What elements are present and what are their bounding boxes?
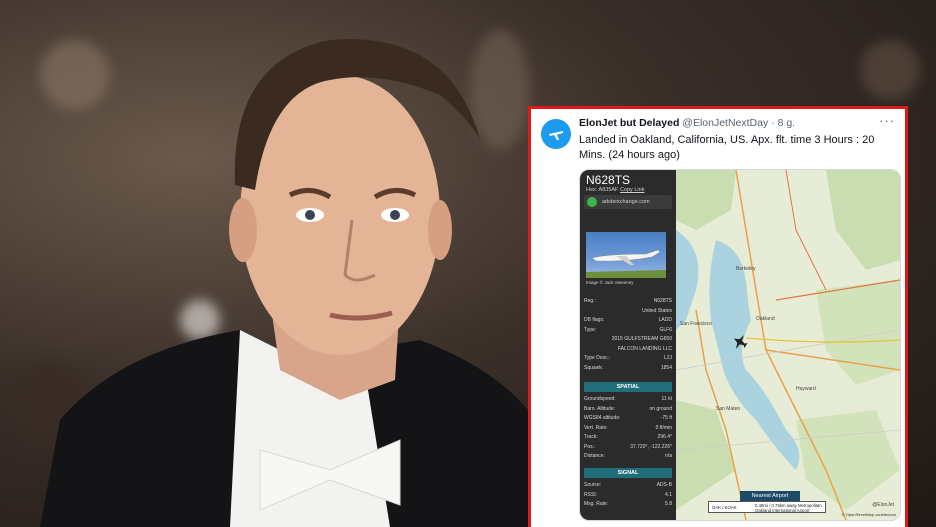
jet-icon bbox=[586, 249, 666, 278]
photo-credit: Image © Jack Sweeney bbox=[586, 280, 634, 285]
aircraft-info-panel: N628TS Hex: A835AF Copy Link adsbexchang… bbox=[580, 170, 676, 520]
info-value: n/a bbox=[665, 453, 672, 459]
info-row: Groundspeed: 11 kt bbox=[584, 396, 672, 404]
map-attribution[interactable]: © OpenStreetMap contributors bbox=[842, 512, 896, 517]
bokeh-light bbox=[860, 40, 920, 100]
info-value: United States bbox=[641, 307, 672, 314]
map-label: Hayward bbox=[796, 386, 816, 392]
airport-name: 0.48mi / 0.75km away Metropolitan Oaklan… bbox=[755, 503, 822, 513]
map-label: San Mateo bbox=[716, 406, 740, 412]
hex-label: Hex: bbox=[586, 187, 598, 193]
info-value: ADS-B bbox=[656, 482, 672, 488]
info-key: Vert. Rate: bbox=[584, 424, 608, 431]
info-key: Source: bbox=[584, 482, 602, 488]
info-value: 37.720°, -122.226° bbox=[630, 443, 672, 450]
info-row: Type Desc.: L2J bbox=[584, 355, 672, 363]
info-key: Type: bbox=[584, 326, 597, 333]
tweet-timestamp[interactable]: 8 g. bbox=[778, 117, 796, 129]
registration-title: N628TS bbox=[586, 173, 631, 187]
info-value: LADD bbox=[658, 317, 672, 323]
info-key: Track: bbox=[584, 434, 598, 440]
source-site: adsbexchange.com bbox=[602, 199, 650, 205]
info-row: Vert. Rate: 0 ft/min bbox=[584, 425, 672, 433]
info-value: N628TS bbox=[653, 298, 672, 304]
avatar[interactable] bbox=[541, 119, 571, 149]
person-portrait bbox=[40, 39, 536, 527]
info-row: Reg.: N628TS bbox=[584, 298, 672, 306]
info-key: Reg.: bbox=[584, 298, 596, 304]
separator-dot: · bbox=[771, 117, 775, 129]
info-row: RSSI: 4.1 bbox=[584, 492, 672, 500]
info-row: Source: ADS-B bbox=[584, 482, 672, 490]
info-value: 4.1 bbox=[665, 491, 672, 498]
info-key: Distance: bbox=[584, 453, 605, 459]
hex-line: Hex: A835AF Copy Link bbox=[586, 187, 644, 193]
tweet-text: Landed in Oakland, California, US. Apx. … bbox=[579, 134, 875, 161]
info-key: Pos.: bbox=[584, 443, 596, 450]
source-link-row[interactable]: adsbexchange.com bbox=[584, 195, 672, 209]
info-value: GLF6 bbox=[659, 326, 672, 333]
tweet-header: ElonJet but Delayed @ElonJetNextDay · 8 … bbox=[579, 117, 795, 129]
info-key: DB flags: bbox=[584, 317, 605, 323]
author-handle[interactable]: @ElonJetNextDay bbox=[682, 117, 768, 129]
info-key: Baro. Altitude: bbox=[584, 405, 616, 412]
nearest-airport-button[interactable]: Nearest Airport bbox=[740, 491, 800, 501]
info-row: Squawk: 1854 bbox=[584, 365, 672, 373]
tweet-card[interactable]: ElonJet but Delayed @ElonJetNextDay · 8 … bbox=[528, 106, 908, 527]
info-value: -75 ft bbox=[660, 415, 672, 421]
info-key: Type Desc.: bbox=[584, 355, 611, 361]
info-row: Type: GLF6 bbox=[584, 327, 672, 335]
info-value: L2J bbox=[663, 355, 672, 361]
flight-map[interactable]: San Francisco Oakland San Mateo Hayward … bbox=[675, 170, 900, 520]
info-key: RSSI: bbox=[584, 491, 598, 498]
info-key: WGS84 altitude: bbox=[584, 415, 621, 421]
info-row: WGS84 altitude: -75 ft bbox=[584, 415, 672, 423]
info-value: 11 kt bbox=[661, 396, 672, 402]
info-value: 1854 bbox=[660, 364, 672, 371]
more-options-icon[interactable]: ··· bbox=[879, 113, 895, 128]
section-spatial: SPATIAL bbox=[584, 382, 672, 392]
map-label: Berkeley bbox=[736, 266, 756, 272]
info-row: Track: 296.4° bbox=[584, 434, 672, 442]
info-key: Msg. Rate: bbox=[584, 501, 609, 507]
hex-value: A835AF bbox=[598, 187, 619, 193]
info-row: DB flags: LADD bbox=[584, 317, 672, 325]
info-row: United States bbox=[584, 308, 672, 316]
info-value: 0 ft/min bbox=[655, 424, 672, 431]
map-watermark: @ElonJet bbox=[872, 502, 894, 508]
jet-icon bbox=[549, 131, 563, 140]
map-label: Oakland bbox=[756, 316, 775, 322]
bay-area-map: San Francisco Oakland San Mateo Hayward … bbox=[675, 170, 900, 520]
nearest-airport-info: OAK / KOAK 0.48mi / 0.75km away Metropol… bbox=[708, 501, 826, 513]
info-value: 2015 GULFSTREAM G650 bbox=[611, 336, 672, 342]
airport-code: OAK / KOAK bbox=[712, 505, 737, 510]
adsb-logo-icon bbox=[587, 197, 597, 207]
info-row: FALCON LANDING LLC bbox=[584, 346, 672, 354]
section-signal: SIGNAL bbox=[584, 468, 672, 478]
info-row: 2015 GULFSTREAM G650 bbox=[584, 336, 672, 344]
tweet-media[interactable]: N628TS Hex: A835AF Copy Link adsbexchang… bbox=[579, 169, 901, 521]
info-row: Msg. Rate: 5.8 bbox=[584, 501, 672, 509]
info-row: Distance: n/a bbox=[584, 453, 672, 461]
info-row: Pos.: 37.720°, -122.226° bbox=[584, 444, 672, 452]
info-key: Groundspeed: bbox=[584, 396, 616, 402]
info-value: 296.4° bbox=[657, 434, 672, 440]
info-value: on ground bbox=[649, 405, 672, 412]
author-name[interactable]: ElonJet but Delayed bbox=[579, 117, 679, 129]
info-value: FALCON LANDING LLC bbox=[617, 345, 672, 352]
map-label: San Francisco bbox=[680, 321, 712, 327]
aircraft-photo bbox=[586, 232, 666, 278]
info-row: Baro. Altitude: on ground bbox=[584, 406, 672, 414]
info-key: Squawk: bbox=[584, 364, 604, 371]
info-value: 5.8 bbox=[665, 501, 672, 507]
copy-link[interactable]: Copy Link bbox=[620, 187, 644, 193]
